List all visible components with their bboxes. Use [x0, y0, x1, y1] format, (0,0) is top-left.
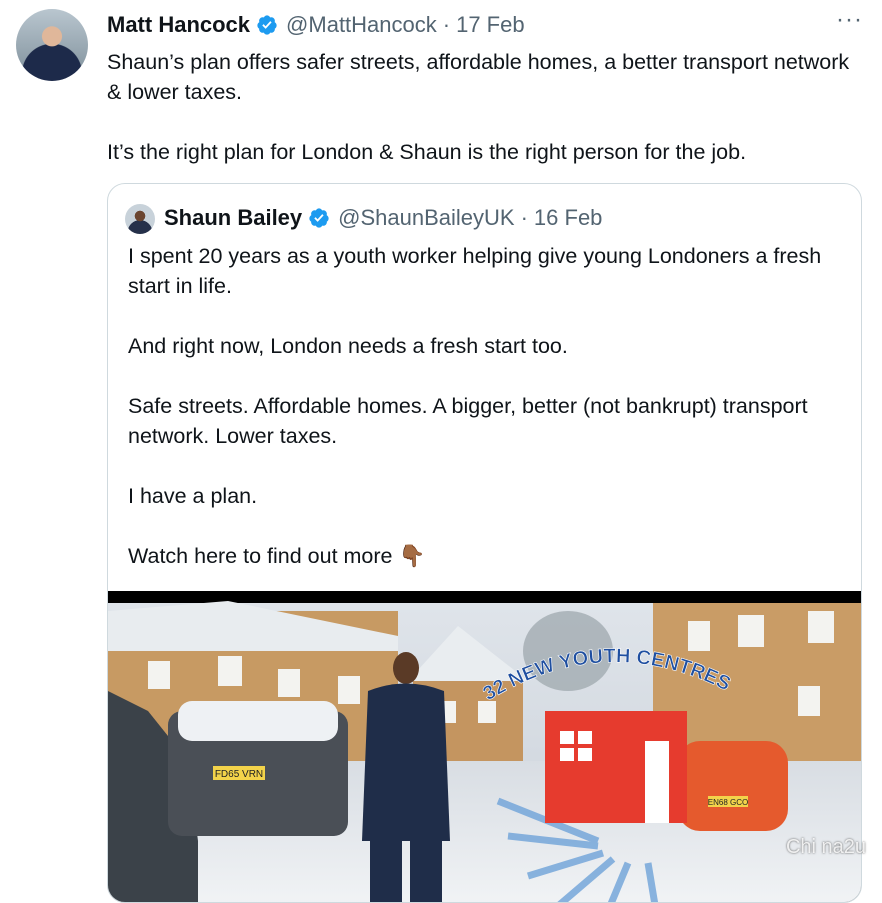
quoted-paragraph: I spent 20 years as a youth worker helpi… [128, 244, 822, 298]
verified-badge-icon [257, 15, 277, 35]
quoted-paragraph: Watch here to find out more 👇🏾 [128, 544, 426, 568]
tweet-paragraph: It’s the right plan for London & Shaun i… [107, 140, 747, 164]
video-frame: FD65 VRN EN68 GCO 32 NEW YOUTH CENTRES [108, 591, 861, 902]
quoted-tweet-text: I spent 20 years as a youth worker helpi… [128, 241, 848, 571]
author-avatar[interactable] [16, 9, 88, 81]
quoted-paragraph: I have a plan. [128, 484, 258, 508]
plate-text: FD65 VRN [215, 769, 263, 780]
quoted-author-handle[interactable]: @ShaunBaileyUK [338, 205, 514, 231]
quoted-tweet-header: Shaun Bailey @ShaunBaileyUK · 16 Feb [164, 205, 602, 231]
more-options-icon[interactable]: ··· [836, 6, 863, 34]
tweet-date[interactable]: 17 Feb [456, 12, 525, 38]
quoted-paragraph: Safe streets. Affordable homes. A bigger… [128, 394, 808, 448]
verified-badge-icon [309, 208, 329, 228]
author-handle[interactable]: @MattHancock [286, 12, 437, 38]
tweet-paragraph: Shaun’s plan offers safer streets, affor… [107, 50, 850, 104]
person-head [393, 652, 419, 684]
watermark-text: Chi na2u [785, 836, 866, 858]
separator-dot: · [442, 12, 451, 37]
video-media[interactable]: FD65 VRN EN68 GCO 32 NEW YOUTH CENTRES [108, 591, 861, 902]
quoted-paragraph: And right now, London needs a fresh star… [128, 334, 568, 358]
quoted-tweet-card[interactable]: Shaun Bailey @ShaunBaileyUK · 16 Feb I s… [107, 183, 862, 903]
separator-dot: · [520, 205, 528, 230]
person-coat [362, 683, 450, 841]
quoted-author-avatar[interactable] [125, 204, 155, 234]
plate-text: EN68 GCO [708, 798, 748, 807]
quoted-tweet-date[interactable]: 16 Feb [534, 205, 603, 231]
car-red [678, 741, 788, 831]
tweet-header: Matt Hancock @MattHancock · 17 Feb [107, 12, 525, 38]
author-name[interactable]: Matt Hancock [107, 12, 250, 38]
tweet-text: Shaun’s plan offers safer streets, affor… [107, 47, 867, 167]
quoted-author-name[interactable]: Shaun Bailey [164, 205, 302, 231]
